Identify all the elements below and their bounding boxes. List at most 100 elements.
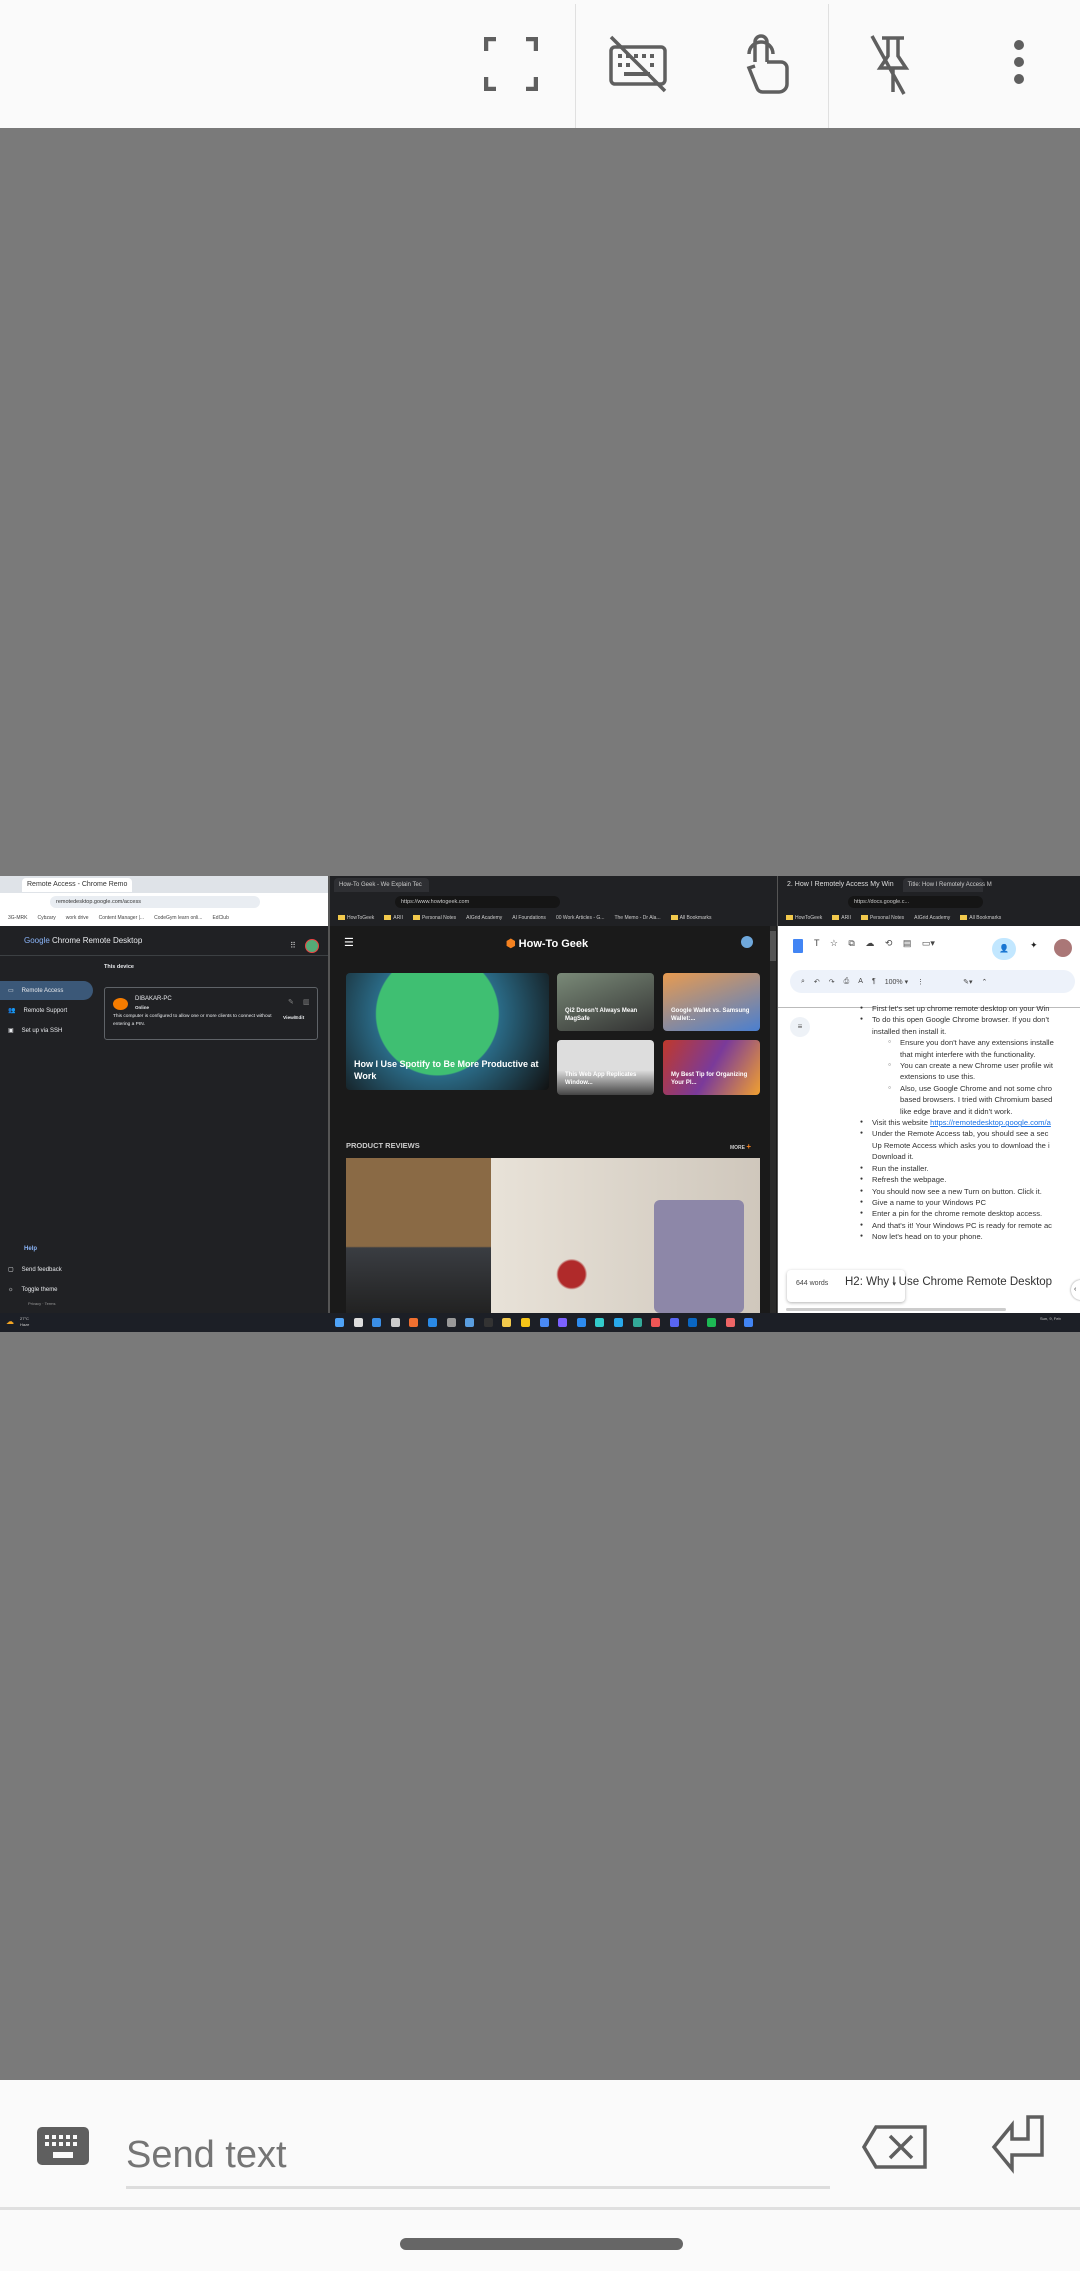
docs-logo-icon[interactable] [793,939,803,953]
hamburger-menu-icon[interactable]: ☰ [344,936,354,949]
browser-tab[interactable]: Remote Access - Chrome Remo [22,877,133,892]
nav-ssh[interactable]: ▣ Set up via SSH [0,1021,93,1040]
taskbar-app-icon[interactable] [372,1318,382,1327]
document-body[interactable]: First let's set up chrome remote desktop… [860,1003,1080,1243]
collapse-icon[interactable]: ⌃ [981,978,987,986]
taskbar-app-icon[interactable] [576,1318,586,1327]
edit-icon[interactable]: ✎ [288,998,294,1006]
privacy-terms-link[interactable]: Privacy · Terms [28,1301,55,1306]
taskbar-app-icon[interactable] [409,1318,419,1327]
bookmark[interactable]: 3G-MRK [8,915,27,921]
bookmark[interactable]: The Memo - Dr Ala... [614,915,660,921]
home-indicator[interactable] [400,2238,683,2250]
backspace-icon[interactable] [861,2124,928,2175]
taskbar-app-icon[interactable] [744,1318,754,1327]
delete-icon[interactable]: ▥ [303,998,310,1006]
side-panel-toggle[interactable]: ‹ [1071,1280,1080,1300]
taskbar-app-icon[interactable] [446,1318,456,1327]
bookmark[interactable]: HowToGeek [338,915,374,921]
taskbar-app-icon[interactable] [558,1318,568,1327]
account-icon[interactable] [741,936,753,948]
taskbar-app-icon[interactable] [390,1318,400,1327]
keyboard-off-icon[interactable] [608,34,668,94]
article-card[interactable]: Qi2 Doesn't Always Mean MagSafe [557,973,654,1031]
article-card[interactable]: Google Wallet vs. Samsung Wallet:... [663,973,760,1031]
taskbar-app-icon[interactable] [483,1318,493,1327]
taskbar-app-icon[interactable] [614,1318,623,1327]
browser-tab[interactable]: How-To Geek - We Explain Tec [334,877,429,892]
weather-widget[interactable]: 27°C Haze [20,1316,29,1328]
scrollbar[interactable] [770,926,776,1313]
outline-icon[interactable]: ≡ [790,1017,810,1037]
bookmark[interactable]: AIGrid Academy [914,915,950,921]
taskbar-app-icon[interactable] [465,1318,475,1327]
avatar[interactable] [1054,939,1072,957]
nav-remote-access[interactable]: ▭ Remote Access [0,981,93,1000]
bookmark[interactable]: HowToGeek [786,915,822,921]
nav-remote-support[interactable]: 👥 Remote Support [0,1001,93,1020]
bookmark[interactable]: Personal Notes [860,915,904,921]
scrollbar-thumb[interactable] [770,931,776,961]
browser-tab[interactable]: 2. How I Remotely Access My Win [782,878,899,892]
site-logo[interactable]: ⬢ How-To Geek [506,937,588,950]
taskbar-app-icon[interactable] [688,1318,698,1327]
bookmark[interactable]: ARII [832,915,851,921]
bookmark[interactable]: Cybzary [37,915,55,921]
article-card[interactable]: My Best Tip for Organizing Your Pl... [663,1040,760,1095]
taskbar-app-icon[interactable] [428,1318,437,1327]
taskbar-app-icon[interactable] [353,1318,363,1327]
taskbar-app-icon[interactable] [521,1318,530,1327]
remote-desktop-screen[interactable]: Remote Access - Chrome Remo remotedeskto… [0,876,1080,1332]
bookmark[interactable]: ARII [384,915,403,921]
fullscreen-icon[interactable] [481,34,541,94]
taskbar-app-icon[interactable] [595,1318,605,1327]
gemini-icon[interactable]: ✦ [1030,940,1038,951]
bookmark[interactable]: All Bookmarks [670,915,712,921]
more-icon[interactable]: ⋮ [917,978,924,986]
paint-format-icon[interactable]: ¶ [872,978,876,985]
redo-icon[interactable]: ↷ [829,978,835,986]
review-image-keyboard[interactable] [346,1158,491,1313]
taskbar-app-icon[interactable] [725,1318,735,1327]
spellcheck-icon[interactable]: A [858,978,863,985]
doc-link[interactable]: https://remotedesktop.google.com/a [930,1118,1051,1127]
taskbar-app-icon[interactable] [707,1318,716,1327]
bookmark[interactable]: EdClub [212,915,228,921]
more-vert-icon[interactable] [989,34,1049,94]
touch-mode-icon[interactable] [733,34,793,94]
browser-tab-active[interactable]: Title: How I Remotely Access M [902,877,992,892]
taskbar-app-icon[interactable] [651,1318,661,1327]
url-field[interactable]: remotedesktop.google.com/access [50,895,260,908]
search-icon[interactable]: ⌕ [801,978,805,986]
apps-grid-icon[interactable]: ⠿ [290,941,296,950]
url-field[interactable]: https://docs.google.c... [848,895,983,908]
article-card[interactable]: This Web App Replicates Window... [557,1040,654,1095]
share-icon[interactable]: 👤 [992,938,1016,960]
bookmark[interactable]: All Bookmarks [960,915,1001,921]
send-feedback[interactable]: ▢ Send feedback [0,1260,93,1279]
editing-mode-icon[interactable]: ✎▾ [963,978,972,986]
docs-toolbar-icons[interactable]: T ☆ ⧉ ☁ ⟲ ▤ ▭▾ [814,938,935,949]
bookmark[interactable]: work drive [66,915,89,921]
enter-icon[interactable] [990,2115,1048,2182]
unpin-icon[interactable] [862,34,922,95]
taskbar-date[interactable]: Sun, 9, Feb [1040,1316,1061,1321]
more-link[interactable]: MORE + [730,1142,751,1151]
taskbar-app-icon[interactable] [539,1318,549,1327]
bookmark[interactable]: CodeGym learn onli... [154,915,202,921]
bookmark[interactable]: Personal Notes [412,915,456,921]
send-text-input[interactable] [126,2130,830,2180]
toggle-theme[interactable]: ☼ Toggle theme [0,1280,93,1299]
keyboard-icon[interactable] [37,2127,89,2165]
bookmark[interactable]: AIGrid Academy [466,915,502,921]
help-link[interactable]: Help [24,1246,37,1252]
taskbar-app-icon[interactable] [632,1318,642,1327]
bookmark[interactable]: Content Manager |... [99,915,145,921]
bookmark[interactable]: 00 Work Articles - G... [556,915,605,921]
review-image-phone[interactable] [491,1158,760,1313]
url-field[interactable]: https://www.howtogeek.com [395,895,560,908]
avatar[interactable] [305,939,319,953]
taskbar-app-icon[interactable] [335,1318,344,1327]
weather-icon[interactable]: ☁ [6,1317,14,1326]
featured-article[interactable]: How I Use Spotify to Be More Productive … [346,973,549,1090]
